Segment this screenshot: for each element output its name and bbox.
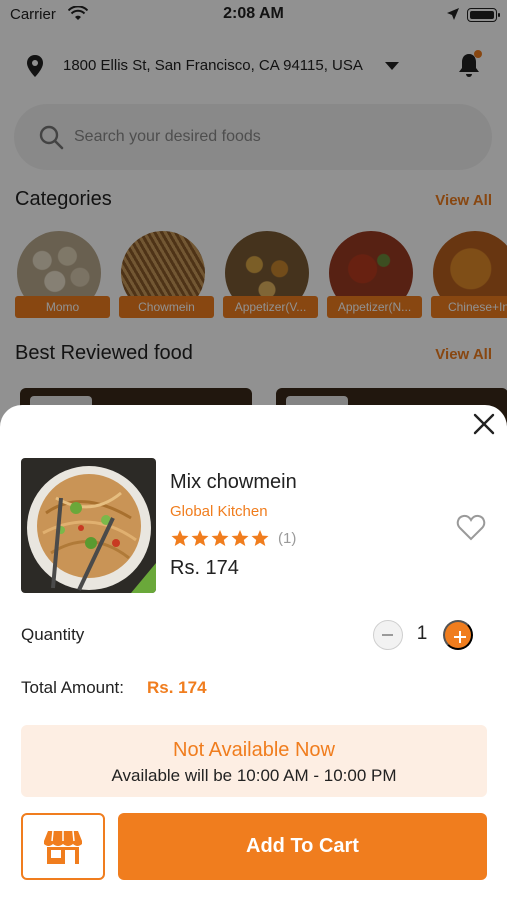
star-icon xyxy=(191,530,209,546)
rating-count: (1) xyxy=(278,530,297,547)
restaurant-name[interactable]: Global Kitchen xyxy=(170,503,268,520)
star-icon xyxy=(211,530,229,546)
store-icon xyxy=(44,830,82,864)
star-icon xyxy=(231,530,249,546)
star-icon xyxy=(171,530,189,546)
add-to-cart-button[interactable]: Add To Cart xyxy=(118,813,487,880)
close-icon[interactable] xyxy=(471,411,497,437)
quantity-value: 1 xyxy=(416,623,428,644)
heart-icon[interactable] xyxy=(456,513,486,541)
quantity-increase-button[interactable] xyxy=(443,620,473,650)
availability-notice: Not Available Now Available will be 10:0… xyxy=(21,725,487,797)
quantity-decrease-button[interactable] xyxy=(373,620,403,650)
rating-stars xyxy=(170,529,270,549)
availability-title: Not Available Now xyxy=(173,739,335,761)
store-button[interactable] xyxy=(21,813,105,880)
product-price: Rs. 174 xyxy=(170,557,239,579)
product-image xyxy=(21,458,156,593)
total-amount-label: Total Amount: xyxy=(21,678,125,697)
star-icon xyxy=(251,530,269,546)
product-name: Mix chowmein xyxy=(170,471,297,493)
availability-hours: Available will be 10:00 AM - 10:00 PM xyxy=(111,766,397,785)
product-bottom-sheet: Mix chowmein Global Kitchen (1) Rs. 174 … xyxy=(0,405,507,900)
quantity-label: Quantity xyxy=(21,625,85,644)
total-amount-value: Rs. 174 xyxy=(147,678,207,697)
